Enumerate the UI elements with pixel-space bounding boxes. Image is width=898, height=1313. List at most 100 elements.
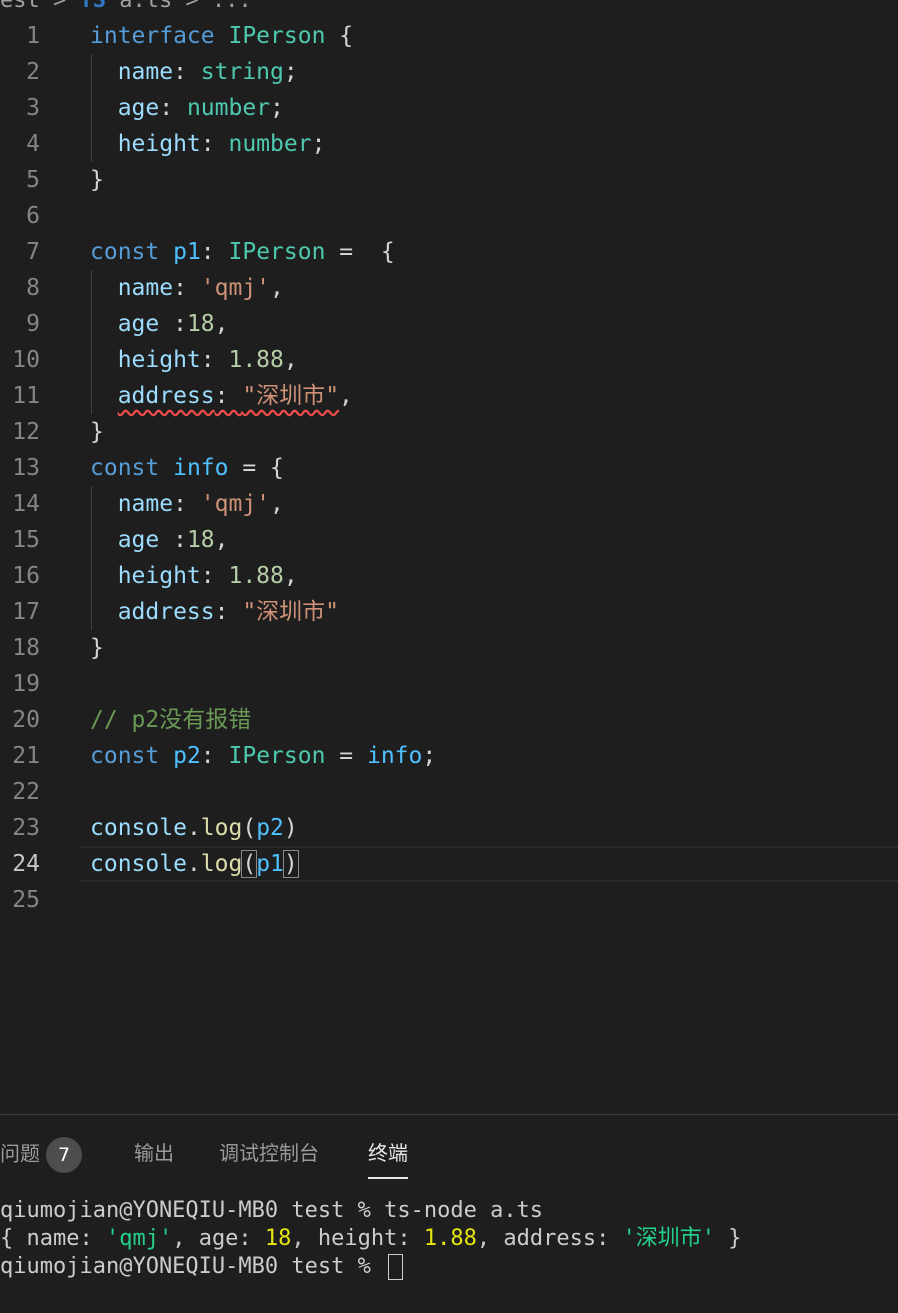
code-token: . <box>186 851 201 877</box>
code-token: ; <box>311 131 326 157</box>
line-number: 10 <box>12 347 40 373</box>
tab-problems[interactable]: 问题 7 <box>0 1137 82 1177</box>
terminal-line: qiumojian@YONEQIU-MB0 test % ts-node a.t… <box>0 1198 544 1223</box>
code-token: "深圳市" <box>242 599 340 625</box>
terminal-token: 1.88 <box>423 1226 477 1251</box>
code-token: console <box>90 815 187 841</box>
code-line[interactable]: 25 <box>0 882 898 918</box>
code-line[interactable]: 18} <box>0 630 898 666</box>
code-line[interactable]: 17 address: "深圳市" <box>0 594 898 630</box>
code-token: name <box>90 491 174 517</box>
typescript-file-icon: TS <box>79 0 107 13</box>
code-line[interactable]: 11 address: "深圳市", <box>0 378 898 414</box>
code-token: , <box>270 275 284 301</box>
code-line[interactable]: 14 name: 'qmj', <box>0 486 898 522</box>
code-line[interactable]: 21 const p2: IPerson = info; <box>0 738 898 774</box>
code-token: , <box>339 383 353 409</box>
code-line[interactable]: 24 console.log(p1) <box>0 846 898 882</box>
line-number: 15 <box>12 527 40 553</box>
line-number: 5 <box>26 167 40 193</box>
breadcrumb: est > TS a.ts > ... <box>0 0 252 13</box>
code-token: info <box>366 743 423 769</box>
line-number: 1 <box>26 23 40 49</box>
code-text: const info = { <box>90 450 284 486</box>
code-line[interactable]: 7 const p1: IPerson = { <box>0 234 898 270</box>
code-line[interactable]: 12} <box>0 414 898 450</box>
code-token: name <box>90 59 174 85</box>
code-line[interactable]: 16 height: 1.88, <box>0 558 898 594</box>
code-line[interactable]: 4 height: number; <box>0 126 898 162</box>
code-token: = { <box>228 455 284 481</box>
code-token: : <box>200 563 229 589</box>
code-token: = <box>325 743 367 769</box>
code-token: ) <box>283 815 298 841</box>
code-token: } <box>90 419 104 445</box>
code-token: 1.88 <box>228 347 284 373</box>
code-line[interactable]: 22 <box>0 774 898 810</box>
code-line[interactable]: 6 <box>0 198 898 234</box>
code-token: string <box>200 59 284 85</box>
terminal[interactable]: qiumojian@YONEQIU-MB0 test % ts-node a.t… <box>0 1197 742 1281</box>
code-line[interactable]: 19 <box>0 666 898 702</box>
terminal-token: '深圳市' <box>622 1226 716 1251</box>
code-line[interactable]: 23 console.log(p2) <box>0 810 898 846</box>
line-number: 24 <box>12 851 40 877</box>
code-token: : <box>173 59 201 85</box>
breadcrumb-file[interactable]: a.ts <box>119 0 172 13</box>
problems-count-badge: 7 <box>46 1137 82 1173</box>
code-token: : <box>173 527 187 553</box>
code-token: . <box>186 815 201 841</box>
code-token: number <box>228 131 312 157</box>
code-token: : <box>214 383 243 409</box>
terminal-token: 'qmj' <box>105 1226 173 1251</box>
tab-terminal[interactable]: 终端 <box>368 1137 408 1179</box>
code-line[interactable]: 9 age :18, <box>0 306 898 342</box>
code-token: : <box>200 239 229 265</box>
code-line[interactable]: 15 age :18, <box>0 522 898 558</box>
code-line[interactable]: 10 height: 1.88, <box>0 342 898 378</box>
code-token: // p2没有报错 <box>90 707 252 733</box>
code-token: : <box>159 95 187 121</box>
breadcrumb-folder[interactable]: est <box>0 0 40 13</box>
terminal-token: 18 <box>264 1226 292 1251</box>
code-line[interactable]: 3 age: number; <box>0 90 898 126</box>
line-number: 19 <box>12 671 40 697</box>
code-token: 1.88 <box>228 563 284 589</box>
tab-debug-console[interactable]: 调试控制台 <box>219 1137 319 1177</box>
breadcrumb-symbols[interactable]: ... <box>212 0 252 13</box>
code-editor[interactable]: 1 interface IPerson {2 name: string; 3 age… <box>0 18 898 918</box>
code-token: ; <box>283 59 298 85</box>
code-token: { <box>325 23 354 49</box>
code-text: height: 1.88, <box>90 558 298 594</box>
terminal-token: , address: <box>476 1226 623 1251</box>
terminal-cursor <box>388 1254 404 1280</box>
code-token: log <box>200 815 243 841</box>
code-text: const p1: IPerson = { <box>90 234 395 270</box>
code-line[interactable]: 5} <box>0 162 898 198</box>
code-token: 'qmj' <box>200 491 271 517</box>
code-line[interactable]: 2 name: string; <box>0 54 898 90</box>
code-token: , <box>214 527 229 553</box>
code-line[interactable]: 13 const info = { <box>0 450 898 486</box>
chevron-right-icon: > <box>185 0 199 13</box>
code-line[interactable]: 8 name: 'qmj', <box>0 270 898 306</box>
code-token: age <box>90 527 174 553</box>
code-text: height: number; <box>90 126 326 162</box>
code-token: IPerson <box>228 743 326 769</box>
code-token: p2 <box>256 815 284 841</box>
code-line[interactable]: 1 interface IPerson { <box>0 18 898 54</box>
code-token: height <box>90 131 201 157</box>
line-number: 13 <box>12 455 40 481</box>
code-text: name: string; <box>90 54 298 90</box>
code-token: const <box>90 743 174 769</box>
tab-output[interactable]: 输出 <box>134 1137 174 1177</box>
code-line[interactable]: 20 // p2没有报错 <box>0 702 898 738</box>
code-text: console.log(p1) <box>90 846 299 882</box>
chevron-right-icon: > <box>53 0 67 13</box>
line-number: 16 <box>12 563 40 589</box>
code-token: const <box>90 239 174 265</box>
line-number: 3 <box>26 95 40 121</box>
code-text: height: 1.88, <box>90 342 298 378</box>
code-text: age: number; <box>90 90 284 126</box>
